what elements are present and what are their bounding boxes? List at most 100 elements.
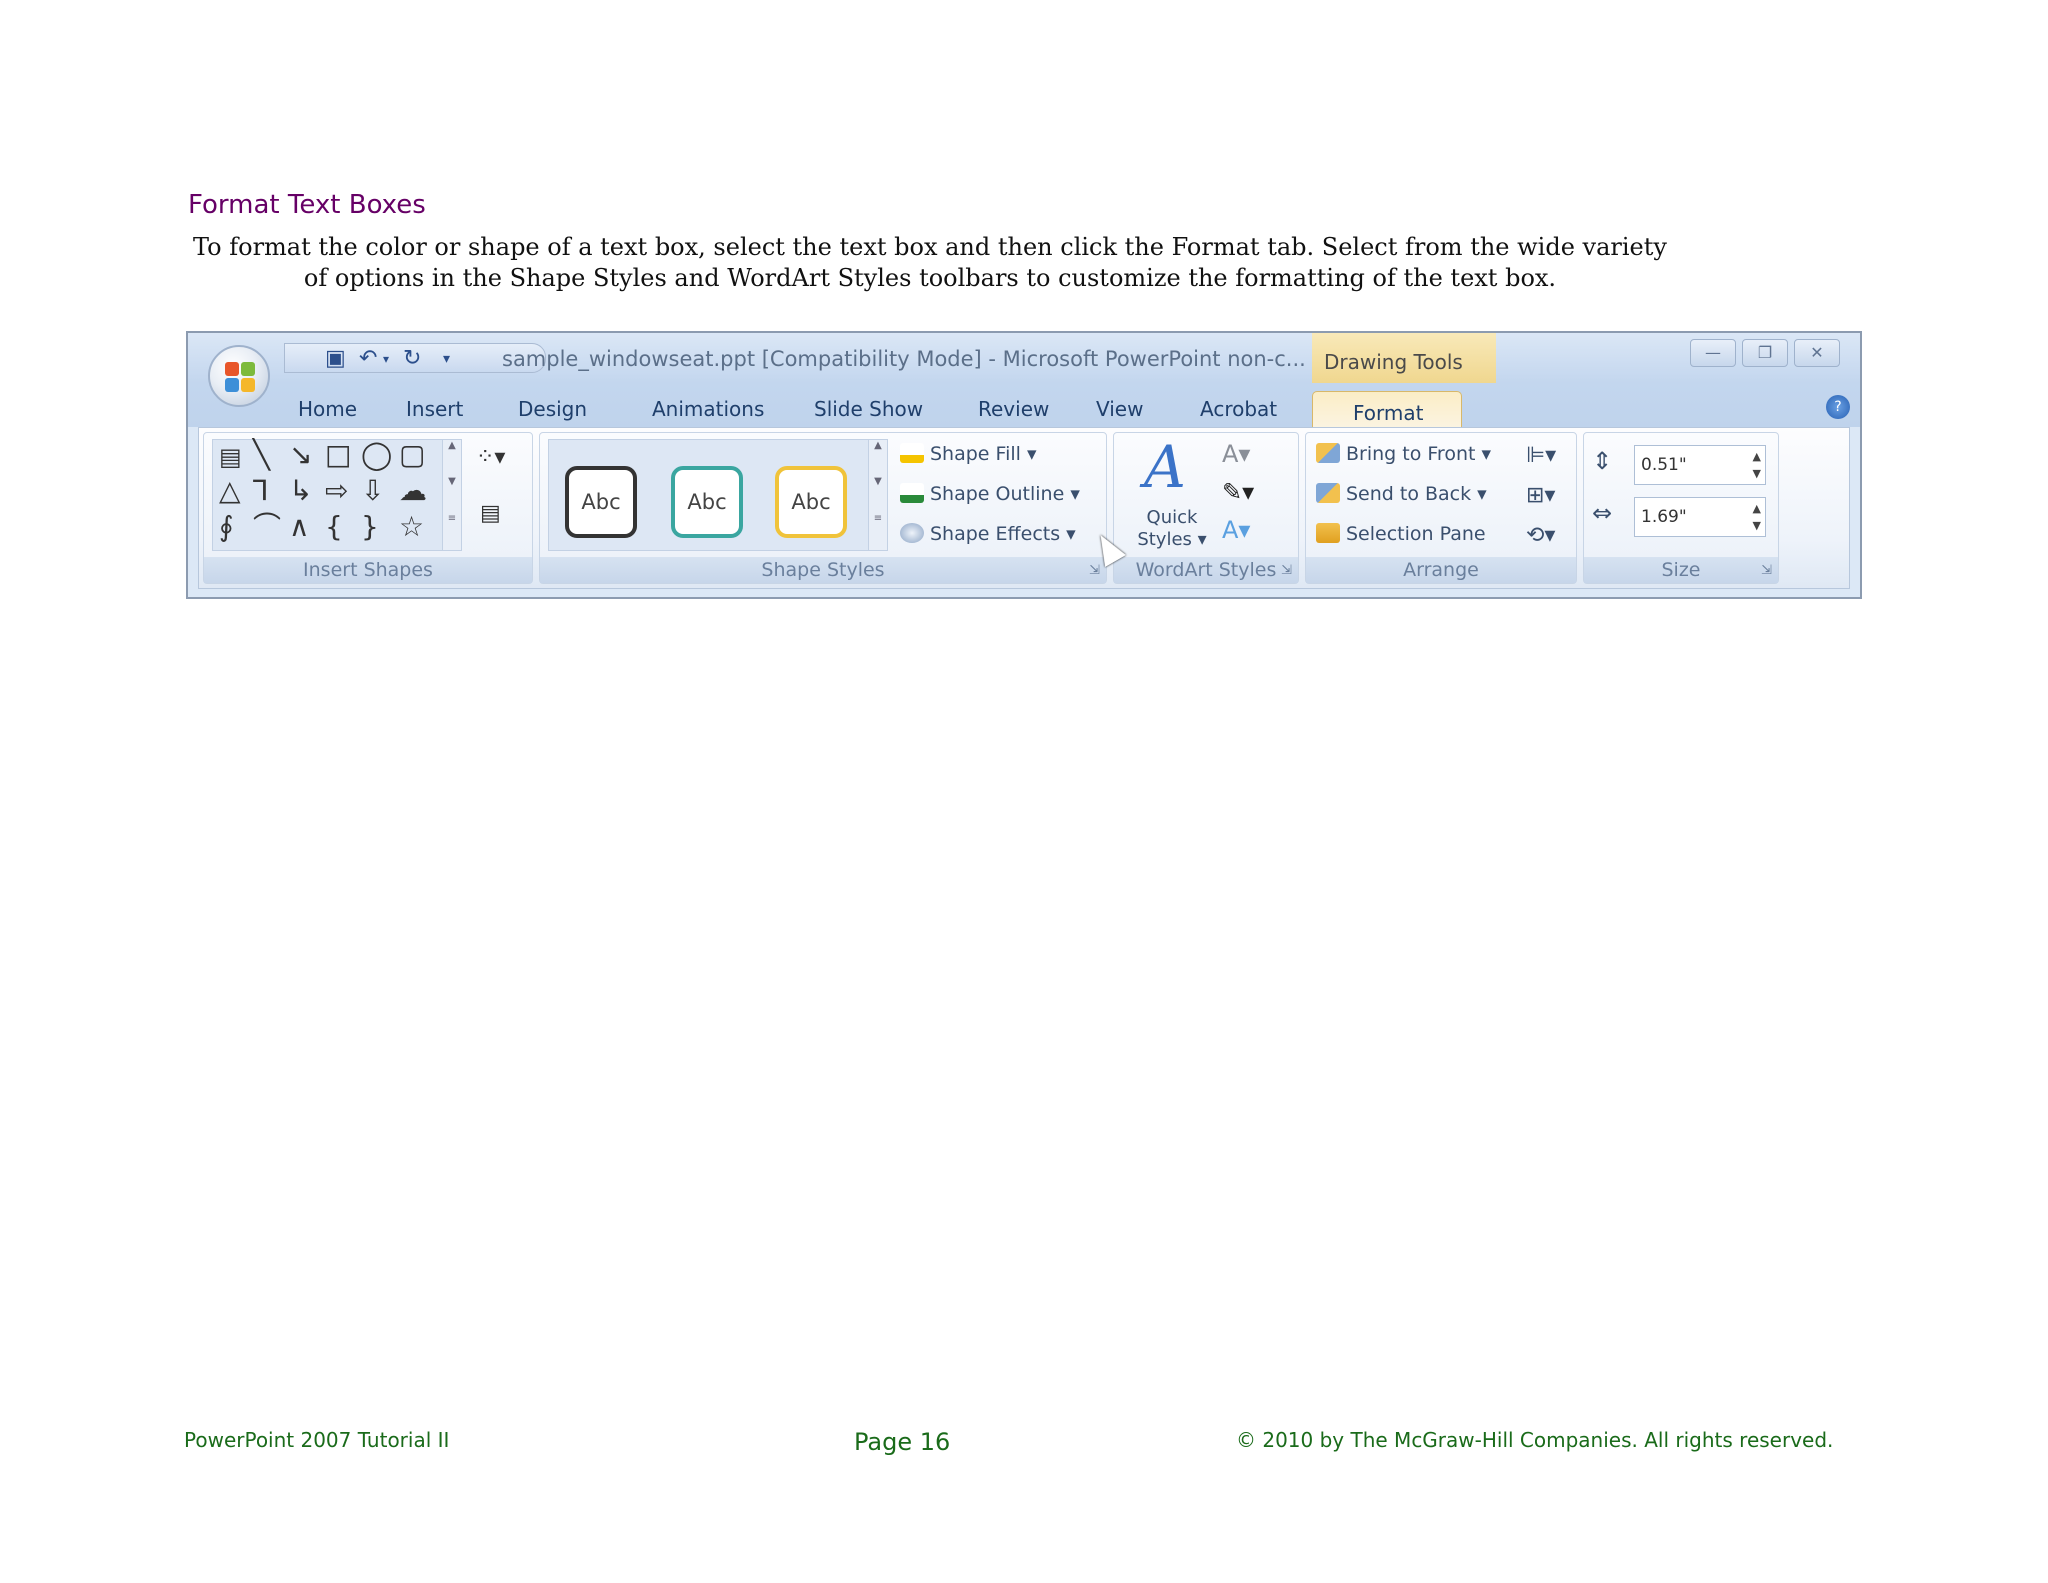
rounded-rect-shape-icon[interactable]: ▢ xyxy=(399,440,425,470)
restore-button[interactable]: ❐ xyxy=(1742,339,1788,367)
group-label-shape-styles: Shape Styles xyxy=(540,557,1106,583)
rotate-icon[interactable]: ⟲▾ xyxy=(1526,521,1555,551)
effects-icon xyxy=(900,523,924,543)
text-outline-icon[interactable]: ✎▾ xyxy=(1222,477,1254,507)
minimize-button[interactable]: — xyxy=(1690,339,1736,367)
shape-style-preset[interactable]: Abc xyxy=(775,466,847,538)
tab-view[interactable]: View xyxy=(1096,397,1143,421)
tab-slide-show[interactable]: Slide Show xyxy=(814,397,923,421)
size-launcher-icon[interactable]: ⇲ xyxy=(1761,563,1772,578)
tab-design[interactable]: Design xyxy=(518,397,587,421)
group-label-size: Size xyxy=(1584,557,1778,583)
paint-bucket-icon xyxy=(900,443,924,463)
shape-effects-button[interactable]: Shape Effects ▾ xyxy=(900,523,1076,545)
office-button[interactable] xyxy=(208,345,270,407)
undo-dropdown-icon[interactable]: ▾ xyxy=(383,347,389,371)
shape-width-icon: ⇔ xyxy=(1592,499,1613,527)
shape-width-input[interactable]: 1.69" ▲ ▼ xyxy=(1634,497,1766,537)
footer-page-number: Page 16 xyxy=(854,1428,951,1456)
right-arrow-shape-icon[interactable]: ⇨ xyxy=(325,476,348,506)
quick-styles-button[interactable]: Quick Styles ▾ xyxy=(1132,507,1212,551)
close-button[interactable]: ✕ xyxy=(1794,339,1840,367)
edit-shape-icon[interactable]: ⁘▾ xyxy=(476,443,505,473)
send-back-icon xyxy=(1316,483,1340,503)
tab-home[interactable]: Home xyxy=(298,397,357,421)
help-icon[interactable]: ? xyxy=(1826,395,1850,419)
shape-fill-button[interactable]: Shape Fill ▾ xyxy=(900,443,1037,465)
oval-shape-icon[interactable]: ◯ xyxy=(361,440,392,470)
align-icon[interactable]: ⊫▾ xyxy=(1526,441,1556,471)
height-spinner-icon[interactable]: ▲ ▼ xyxy=(1753,448,1761,482)
group-objects-icon[interactable]: ⊞▾ xyxy=(1526,481,1555,511)
tab-insert[interactable]: Insert xyxy=(406,397,463,421)
section-heading: Format Text Boxes xyxy=(188,190,426,220)
elbow-arrow-shape-icon[interactable]: ↳ xyxy=(289,476,312,506)
shape-height-input[interactable]: 0.51" ▲ ▼ xyxy=(1634,445,1766,485)
group-size: ⇕ 0.51" ▲ ▼ ⇔ 1.69" ▲ ▼ Size ⇲ xyxy=(1583,432,1779,584)
star-shape-icon[interactable]: ☆ xyxy=(399,512,424,542)
curve-shape-icon[interactable]: ∧ xyxy=(289,512,310,542)
group-wordart-styles: A Quick Styles ▾ A▾ ✎▾ A▾ WordArt Styles… xyxy=(1113,432,1299,584)
shape-outline-button[interactable]: Shape Outline ▾ xyxy=(900,483,1080,505)
group-shape-styles: Abc Abc Abc ▲ ▼ ≡ Shape Fill ▾ Shape Outli… xyxy=(539,432,1107,584)
dialog-launcher-icon[interactable]: ⇲ xyxy=(1089,563,1100,578)
styles-gallery-scroll[interactable]: ▲ ▼ ≡ xyxy=(868,440,887,550)
shapes-gallery[interactable]: ▤ ╲ ↘ □ ◯ ▢ △ ⅂ ↳ ⇨ ⇩ ☁ ∮ ⌒ ∧ { } ☆ ▲ ▼ ≡ xyxy=(212,439,462,551)
bring-front-icon xyxy=(1316,443,1340,463)
window-title: sample_windowseat.ppt [Compatibility Mod… xyxy=(502,347,1306,371)
quick-styles-line1: Quick xyxy=(1146,507,1198,528)
bring-to-front-button[interactable]: Bring to Front ▾ xyxy=(1316,443,1491,465)
send-back-label: Send to Back xyxy=(1346,483,1472,505)
shape-style-preset[interactable]: Abc xyxy=(565,466,637,538)
text-fill-icon[interactable]: A▾ xyxy=(1222,439,1250,469)
drawing-tools-context: Drawing Tools xyxy=(1312,333,1496,383)
tab-acrobat[interactable]: Acrobat xyxy=(1200,397,1277,421)
selection-pane-button[interactable]: Selection Pane xyxy=(1316,523,1486,545)
right-brace-shape-icon[interactable]: } xyxy=(361,512,379,542)
down-arrow-shape-icon[interactable]: ⇩ xyxy=(361,476,384,506)
group-arrange: Bring to Front ▾ Send to Back ▾ Selectio… xyxy=(1305,432,1577,584)
context-title: Drawing Tools xyxy=(1324,350,1463,374)
ribbon-body: ▤ ╲ ↘ □ ◯ ▢ △ ⅂ ↳ ⇨ ⇩ ☁ ∮ ⌒ ∧ { } ☆ ▲ ▼ ≡ xyxy=(198,427,1850,589)
redo-icon[interactable]: ↻ xyxy=(403,347,421,371)
width-spinner-icon[interactable]: ▲ ▼ xyxy=(1753,500,1761,534)
textbox-shape-icon[interactable]: ▤ xyxy=(219,442,242,472)
left-brace-shape-icon[interactable]: { xyxy=(325,512,343,542)
tab-format-label: Format xyxy=(1353,401,1424,425)
ribbon-tabs: Home Insert Design Animations Slide Show… xyxy=(188,383,1860,427)
office-logo-icon xyxy=(225,362,255,392)
bring-front-label: Bring to Front xyxy=(1346,443,1476,465)
arrow-line-shape-icon[interactable]: ↘ xyxy=(289,440,312,470)
shape-styles-gallery[interactable]: Abc Abc Abc ▲ ▼ ≡ xyxy=(548,439,888,551)
shape-outline-label: Shape Outline xyxy=(930,483,1065,505)
customize-qat-icon[interactable]: ▾ xyxy=(443,347,450,371)
elbow-connector-shape-icon[interactable]: ⅂ xyxy=(253,476,269,506)
tab-format[interactable]: Format xyxy=(1312,391,1462,429)
shape-height-value: 0.51" xyxy=(1641,455,1687,475)
line-shape-icon[interactable]: ╲ xyxy=(253,440,270,470)
triangle-shape-icon[interactable]: △ xyxy=(219,476,241,506)
group-label-insert-shapes: Insert Shapes xyxy=(204,557,532,583)
save-icon[interactable]: ▣ xyxy=(325,347,346,371)
shape-fill-label: Shape Fill xyxy=(930,443,1021,465)
shape-style-preset[interactable]: Abc xyxy=(671,466,743,538)
draw-textbox-icon[interactable]: ▤ xyxy=(480,499,501,529)
quick-styles-line2: Styles xyxy=(1137,529,1192,550)
footer-right: © 2010 by The McGraw-Hill Companies. All… xyxy=(1236,1428,1834,1452)
pen-icon xyxy=(900,483,924,503)
text-effects-icon[interactable]: A▾ xyxy=(1222,515,1250,545)
freeform-shape-icon[interactable]: ∮ xyxy=(219,512,234,542)
rectangle-shape-icon[interactable]: □ xyxy=(325,440,351,470)
wordart-launcher-icon[interactable]: ⇲ xyxy=(1281,563,1292,578)
undo-icon[interactable]: ↶ xyxy=(359,347,377,371)
arc-shape-icon[interactable]: ⌒ xyxy=(253,512,281,542)
intro-paragraph: To format the color or shape of a text b… xyxy=(193,233,1667,292)
tab-review[interactable]: Review xyxy=(978,397,1049,421)
send-to-back-button[interactable]: Send to Back ▾ xyxy=(1316,483,1487,505)
cloud-shape-icon[interactable]: ☁ xyxy=(399,476,427,506)
selection-pane-label: Selection Pane xyxy=(1346,523,1486,545)
shape-effects-label: Shape Effects xyxy=(930,523,1061,545)
tab-animations[interactable]: Animations xyxy=(652,397,764,421)
shapes-gallery-scroll[interactable]: ▲ ▼ ≡ xyxy=(442,440,461,550)
shape-width-value: 1.69" xyxy=(1641,507,1687,527)
